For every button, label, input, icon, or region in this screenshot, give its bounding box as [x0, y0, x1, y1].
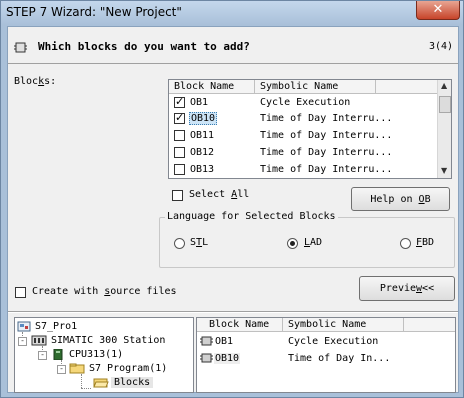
row-checkbox[interactable] — [174, 111, 185, 124]
radio-lad-label[interactable]: LAD — [304, 237, 322, 248]
list-item[interactable]: OB10 Time of Day In... — [197, 351, 455, 367]
list-item[interactable]: OB1 Cycle Execution — [169, 95, 437, 111]
divider — [8, 311, 458, 313]
symbolic-name: Cycle Execution — [288, 336, 379, 347]
program-folder-icon — [69, 363, 85, 374]
radio-stl[interactable] — [174, 238, 185, 249]
collapse-icon[interactable]: - — [18, 337, 27, 346]
list-item[interactable]: OB13 Time of Day Interru... — [169, 162, 437, 178]
row-checkbox[interactable] — [174, 130, 185, 141]
blocks-label: Blocks: — [14, 76, 57, 87]
list-item[interactable]: OB1 Cycle Execution — [197, 334, 455, 350]
block-icon — [14, 42, 27, 53]
project-tree[interactable]: S7_Pro1 - SIMATIC 300 Station - CPU313(1… — [14, 317, 194, 393]
radio-lad[interactable] — [287, 238, 298, 249]
column-header-block-name[interactable]: Block Name — [174, 81, 234, 92]
row-checkbox[interactable] — [174, 95, 185, 108]
select-all-label[interactable]: Select All — [189, 189, 249, 200]
symbolic-name: Time of Day In... — [288, 353, 391, 364]
folder-open-icon — [93, 378, 109, 388]
block-name: OB13 — [190, 164, 215, 175]
language-group-title: Language for Selected Blocks — [165, 211, 338, 222]
symbolic-name: Time of Day Interru... — [260, 113, 393, 124]
block-name: OB11 — [190, 130, 215, 141]
preview-button[interactable]: Preview<< — [359, 276, 455, 301]
tree-item-blocks[interactable]: Blocks — [15, 376, 193, 390]
cpu-icon — [53, 349, 63, 360]
wizard-window: STEP 7 Wizard: "New Project" ✕ Which blo… — [0, 0, 464, 398]
list-item[interactable]: OB12 Time of Day Interru... — [169, 145, 437, 161]
collapse-icon[interactable]: - — [57, 365, 66, 374]
block-list[interactable]: Block Name Symbolic Name OB1 Cycle Execu… — [168, 79, 452, 179]
column-header-symbolic-name[interactable]: Symbolic Name — [288, 319, 366, 330]
window-title: STEP 7 Wizard: "New Project" — [6, 5, 182, 19]
help-on-ob-button[interactable]: Help on OB — [351, 187, 450, 211]
symbolic-name: Time of Day Interru... — [260, 147, 393, 158]
step-counter: 3(4) — [429, 41, 454, 52]
wizard-client-area: Which blocks do you want to add? 3(4) Bl… — [7, 26, 459, 393]
column-header-symbolic-name[interactable]: Symbolic Name — [260, 81, 338, 92]
create-source-checkbox[interactable] — [15, 287, 26, 298]
collapse-icon[interactable]: - — [38, 351, 47, 360]
preview-list-header: Block Name Symbolic Name — [197, 318, 455, 332]
block-name: OB12 — [190, 147, 215, 158]
block-list-header: Block Name Symbolic Name — [169, 80, 437, 94]
scroll-thumb[interactable] — [439, 96, 451, 113]
row-checkbox[interactable] — [174, 147, 185, 158]
wizard-header: Which blocks do you want to add? 3(4) — [8, 27, 458, 64]
block-name: OB10 — [214, 353, 241, 364]
project-icon — [17, 321, 31, 332]
close-button[interactable]: ✕ — [416, 1, 460, 20]
block-name: OB10 — [189, 112, 218, 125]
list-item[interactable]: OB11 Time of Day Interru... — [169, 128, 437, 144]
create-source-label[interactable]: Create with source files — [32, 286, 177, 297]
block-name: OB1 — [215, 336, 234, 347]
symbolic-name: Time of Day Interru... — [260, 164, 393, 175]
block-icon — [200, 336, 213, 346]
column-header-block-name[interactable]: Block Name — [209, 319, 269, 330]
preview-block-list[interactable]: Block Name Symbolic Name OB1 Cycle Execu… — [196, 317, 456, 393]
block-name: OB1 — [190, 97, 209, 108]
radio-stl-label[interactable]: STL — [190, 237, 208, 248]
symbolic-name: Cycle Execution — [260, 97, 351, 108]
station-icon — [31, 335, 47, 346]
row-checkbox[interactable] — [174, 164, 185, 175]
select-all-checkbox[interactable] — [172, 190, 183, 201]
scroll-up-icon[interactable]: ▲ — [441, 81, 447, 90]
vertical-scrollbar[interactable]: ▲ ▼ — [437, 80, 451, 178]
page-title: Which blocks do you want to add? — [38, 40, 250, 53]
list-item[interactable]: OB10 Time of Day Interru... — [169, 111, 437, 127]
scroll-down-icon[interactable]: ▼ — [441, 166, 447, 175]
symbolic-name: Time of Day Interru... — [260, 130, 393, 141]
block-icon — [200, 353, 213, 363]
title-bar[interactable]: STEP 7 Wizard: "New Project" ✕ — [1, 1, 463, 25]
radio-fbd-label[interactable]: FBD — [416, 237, 434, 248]
radio-fbd[interactable] — [400, 238, 411, 249]
